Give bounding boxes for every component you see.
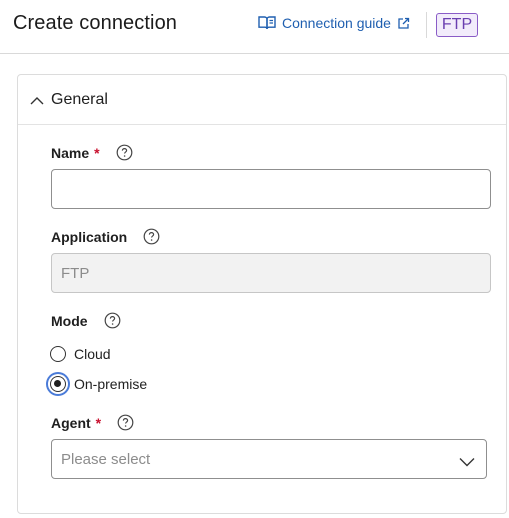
general-section-toggle[interactable]: General: [18, 75, 506, 125]
radio-cloud[interactable]: [50, 346, 66, 362]
connection-guide-label: Connection guide: [282, 15, 391, 31]
radio-on-premise-label: On-premise: [74, 376, 148, 392]
page-title: Create connection: [13, 12, 178, 34]
radio-cloud-label: Cloud: [74, 346, 111, 362]
connection-guide-link[interactable]: Connection guide: [258, 15, 410, 31]
name-label: Name: [51, 144, 90, 161]
application-label-row: Application: [51, 228, 160, 245]
mode-option-on-premise[interactable]: On-premise: [50, 376, 147, 392]
help-circle-icon[interactable]: [117, 414, 134, 431]
application-input: [51, 253, 491, 293]
agent-select[interactable]: Please select: [51, 439, 487, 479]
chevron-up-icon: [30, 93, 44, 111]
application-badge: FTP: [436, 13, 478, 37]
agent-select-placeholder: Please select: [61, 451, 151, 468]
agent-label-row: Agent *: [51, 414, 134, 431]
name-input[interactable]: [51, 169, 491, 209]
external-link-icon: [397, 17, 410, 30]
chevron-down-icon: [459, 454, 475, 472]
mode-option-cloud[interactable]: Cloud: [50, 346, 111, 362]
book-open-icon: [258, 15, 276, 31]
mode-label: Mode: [51, 312, 88, 329]
section-title: General: [51, 91, 108, 108]
application-label: Application: [51, 228, 128, 245]
radio-on-premise[interactable]: [50, 376, 66, 392]
help-circle-icon[interactable]: [116, 144, 133, 161]
name-label-row: Name *: [51, 144, 133, 161]
required-marker: *: [95, 414, 102, 431]
general-panel: General Name * Application Mode Cloud On…: [17, 74, 507, 514]
page-header: Create connection Connection guide FTP: [0, 0, 509, 54]
mode-label-row: Mode: [51, 312, 121, 329]
header-divider: [426, 12, 427, 38]
help-circle-icon[interactable]: [143, 228, 160, 245]
agent-label: Agent: [51, 414, 91, 431]
required-marker: *: [94, 144, 100, 161]
help-circle-icon[interactable]: [104, 312, 121, 329]
